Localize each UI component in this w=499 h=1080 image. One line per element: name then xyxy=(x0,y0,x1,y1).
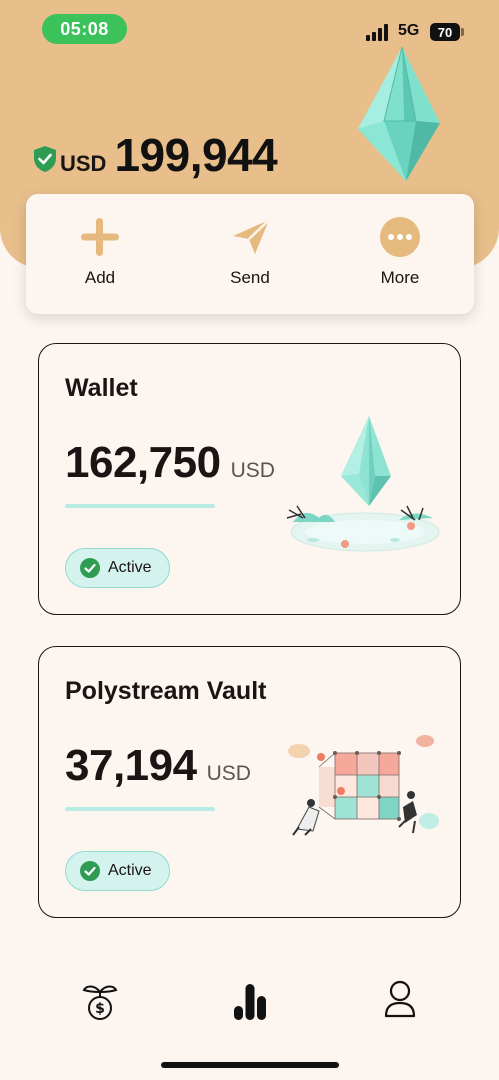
card-amount: 37,194 xyxy=(65,741,197,790)
plus-icon xyxy=(81,218,119,256)
cube-vault-illustration xyxy=(288,735,439,836)
more-label: More xyxy=(380,268,420,287)
bar-chart-icon[interactable] xyxy=(228,978,272,1022)
status-text: Active xyxy=(108,559,152,576)
money-plant-icon[interactable]: $ xyxy=(78,978,122,1022)
card-balance: 162,750 USD xyxy=(65,438,275,488)
card-amount: 162,750 xyxy=(65,438,221,487)
vault-card[interactable]: Polystream Vault 37,194 USD Active xyxy=(38,646,461,918)
status-badge: Active xyxy=(65,851,170,891)
check-circle-icon xyxy=(80,861,100,881)
quick-actions-panel: Add Send More xyxy=(26,194,474,314)
status-text: Active xyxy=(108,862,152,879)
status-time: 05:08 xyxy=(42,14,127,44)
wallet-card[interactable]: Wallet 162,750 USD Active xyxy=(38,343,461,615)
check-circle-icon xyxy=(80,558,100,578)
signal-icon xyxy=(366,24,390,41)
network-label: 5G xyxy=(398,22,420,39)
add-label: Add xyxy=(84,268,116,287)
more-icon xyxy=(380,217,420,257)
balance-amount: 199,944 xyxy=(114,129,278,181)
crystal-pond-illustration xyxy=(286,416,440,552)
card-currency: USD xyxy=(206,762,251,785)
send-button[interactable]: Send xyxy=(180,194,320,314)
bottom-navigation: $ xyxy=(0,960,499,1040)
card-title: Wallet xyxy=(65,374,138,402)
add-button[interactable]: Add xyxy=(30,194,170,314)
send-label: Send xyxy=(230,268,270,287)
card-balance: 37,194 USD xyxy=(65,741,251,791)
card-divider xyxy=(65,807,215,811)
battery-icon: 70 xyxy=(430,23,460,41)
card-currency: USD xyxy=(230,459,275,482)
crystal-icon xyxy=(358,46,440,181)
profile-icon[interactable] xyxy=(378,978,422,1022)
send-icon xyxy=(233,219,270,254)
shield-check-icon xyxy=(34,146,56,172)
balance-currency: USD xyxy=(60,151,107,176)
status-bar: 05:08 5G 70 xyxy=(0,0,499,50)
more-button[interactable]: More xyxy=(330,194,470,314)
home-indicator[interactable] xyxy=(161,1062,339,1068)
battery-tip xyxy=(461,28,464,36)
svg-text:$: $ xyxy=(95,1001,105,1017)
card-divider xyxy=(65,504,215,508)
card-title: Polystream Vault xyxy=(65,677,267,705)
total-balance: USD 199,944 xyxy=(32,128,278,182)
status-badge: Active xyxy=(65,548,170,588)
